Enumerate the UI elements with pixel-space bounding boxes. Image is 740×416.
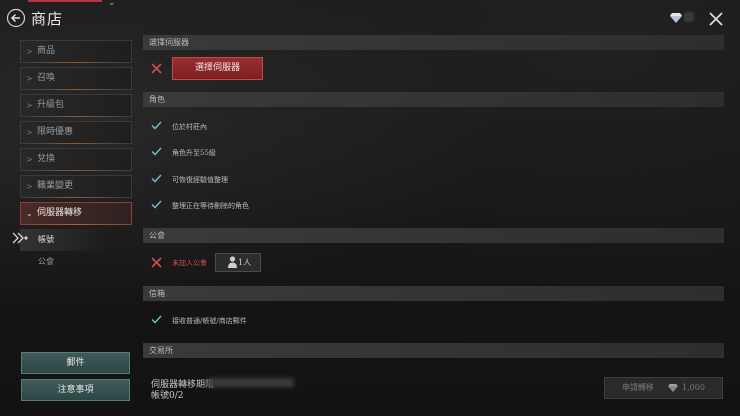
- sidebar: > 商品 > 召喚 > 升級包 > 限時優惠 > 兌換 > 職業變更 ⌄ 伺服器…: [20, 40, 132, 273]
- sidebar-item-server-transfer[interactable]: ⌄ 伺服器轉移: [20, 202, 132, 225]
- sidebar-item-label: 限時優惠: [37, 127, 74, 137]
- sidebar-subitem-guild[interactable]: 公會: [20, 251, 132, 273]
- diamond-icon: [670, 13, 682, 23]
- exchange-section-header: 交易所: [143, 343, 724, 358]
- diamond-icon: [668, 384, 678, 392]
- account-count: 帳號0/2: [151, 391, 184, 401]
- chevron-right-icon: >: [26, 74, 33, 83]
- sidebar-subitem-account[interactable]: 帳號: [20, 229, 132, 251]
- notice-button[interactable]: 注意事項: [21, 379, 130, 401]
- apply-transfer-cost: 1,000: [682, 383, 705, 392]
- sidebar-subitem-label: 帳號: [38, 235, 54, 244]
- mail-button[interactable]: 郵件: [21, 352, 130, 374]
- guild-section-header: 公會: [143, 228, 724, 243]
- sidebar-item-label: 召喚: [37, 73, 56, 83]
- condition-text: 位於村莊內: [172, 123, 207, 131]
- sidebar-subitem-label: 公會: [38, 257, 54, 266]
- chevron-right-icon: >: [26, 155, 33, 164]
- guild-status-text: 未加入公會: [172, 259, 207, 267]
- select-server-button[interactable]: 選擇伺服器: [172, 57, 263, 80]
- guild-members-button[interactable]: 1人: [215, 253, 261, 272]
- chevron-right-icon: >: [26, 47, 33, 56]
- sidebar-item-summon[interactable]: > 召喚: [20, 67, 132, 90]
- character-section-header: 角色: [143, 92, 724, 107]
- transfer-deadline-value: [208, 378, 294, 387]
- check-icon: [151, 121, 162, 130]
- diamond-balance: [684, 12, 694, 22]
- close-icon[interactable]: [708, 11, 724, 27]
- sidebar-item-label: 升級包: [37, 100, 65, 110]
- apply-transfer-label: 申請轉移: [622, 383, 654, 392]
- apply-transfer-button[interactable]: 申請轉移 1,000: [604, 377, 723, 399]
- person-icon: [228, 256, 237, 268]
- check-icon: [151, 315, 162, 324]
- cross-icon: [151, 63, 162, 74]
- title-accent-line: [28, 0, 102, 2]
- chevron-down-icon[interactable]: ⌄: [108, 0, 118, 8]
- page-title: 商店: [31, 10, 64, 28]
- condition-text: 角色升至55級: [172, 149, 216, 157]
- chevron-down-icon: ⌄: [26, 209, 33, 218]
- condition-text: 整理正在等待刪除的角色: [172, 202, 249, 210]
- server-section-header: 選擇伺服器: [143, 35, 724, 50]
- sidebar-item-label: 兌換: [37, 154, 56, 164]
- condition-text: 可恢復經驗值整理: [172, 176, 228, 184]
- condition-text: 接收普通/帳號/商店郵件: [172, 317, 247, 325]
- sidebar-item-products[interactable]: > 商品: [20, 40, 132, 63]
- sidebar-item-limited-offer[interactable]: > 限時優惠: [20, 121, 132, 144]
- mail-section-header: 信箱: [143, 286, 724, 301]
- chevron-right-icon: >: [26, 128, 33, 137]
- member-count: 1人: [238, 258, 252, 267]
- chevron-right-icon: >: [26, 101, 33, 110]
- selection-arrow-icon: [12, 232, 28, 244]
- back-arrow-icon[interactable]: [6, 8, 26, 28]
- sidebar-item-exchange[interactable]: > 兌換: [20, 148, 132, 171]
- sidebar-item-class-change[interactable]: > 職業變更: [20, 175, 132, 198]
- top-bar: 商店 ⌄: [0, 0, 740, 34]
- check-icon: [151, 147, 162, 156]
- cross-icon: [151, 257, 162, 268]
- sidebar-item-upgrade-pack[interactable]: > 升級包: [20, 94, 132, 117]
- sidebar-item-label: 伺服器轉移: [37, 208, 83, 218]
- sidebar-item-label: 職業變更: [37, 181, 74, 191]
- sidebar-item-label: 商品: [37, 46, 56, 56]
- check-icon: [151, 174, 162, 183]
- chevron-right-icon: >: [26, 182, 33, 191]
- check-icon: [151, 200, 162, 209]
